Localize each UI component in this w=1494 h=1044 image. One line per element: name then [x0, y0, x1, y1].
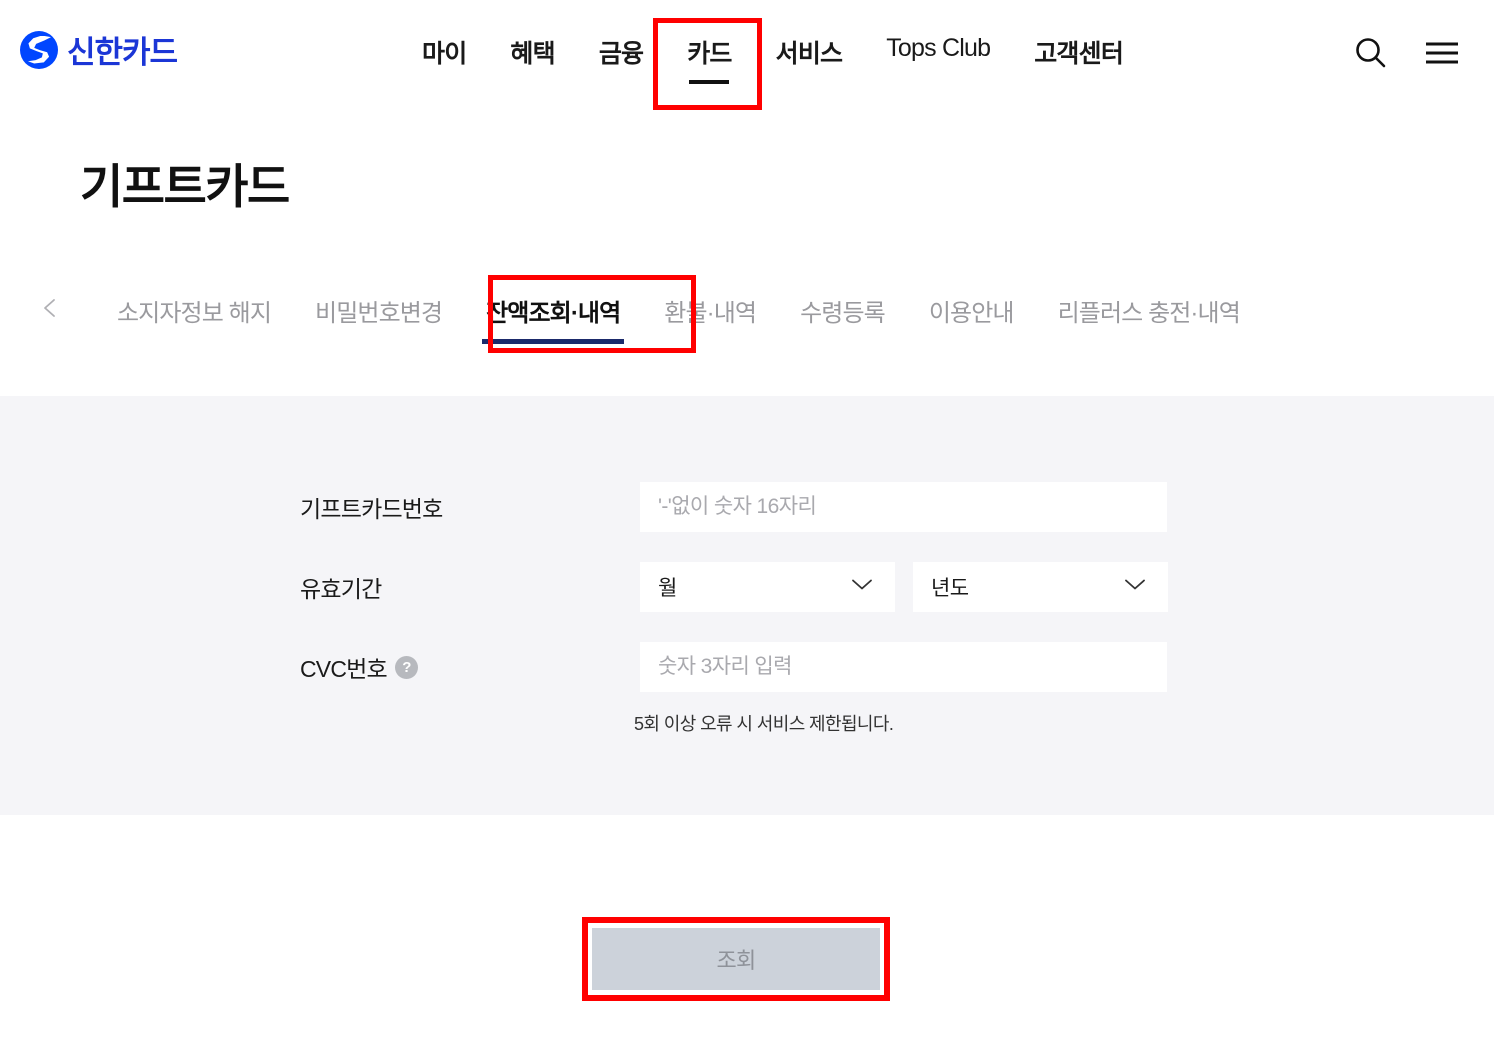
logo-text: 신한카드 — [67, 35, 178, 70]
tab-replus-charge-history[interactable]: 리플러스 충전·내역 — [1036, 275, 1262, 354]
header-icon-group — [1354, 36, 1460, 75]
expiry-year-select[interactable]: 년도 — [913, 562, 1168, 612]
chevron-down-icon — [1124, 578, 1146, 597]
form-row-card-number: 기프트카드번호 — [300, 482, 1167, 532]
nav-item-tops-club[interactable]: Tops Club — [864, 28, 1012, 83]
question-mark-icon[interactable]: ? — [394, 655, 418, 679]
form-row-cvc: CVC번호 ? — [300, 642, 1167, 692]
site-logo[interactable]: 신한카드 — [20, 27, 178, 72]
card-number-label: 기프트카드번호 — [300, 496, 443, 522]
tab-list: 소지자정보 해지 비밀번호변경 잔액조회·내역 환불·내역 수령등록 이용안내 … — [95, 275, 1262, 354]
page-root: 신한카드 마이 혜택 금융 카드 서비스 Tops Club 고객센터 기프트카… — [0, 0, 1494, 1044]
inquiry-submit-button[interactable]: 조회 — [592, 928, 880, 990]
cvc-label: CVC번호 ? — [300, 650, 640, 684]
tab-password-change[interactable]: 비밀번호변경 — [293, 275, 464, 354]
nav-item-service[interactable]: 서비스 — [754, 28, 865, 90]
expiry-year-value: 년도 — [931, 577, 969, 600]
tab-receipt-registration[interactable]: 수령등록 — [778, 275, 907, 354]
nav-item-my[interactable]: 마이 — [400, 28, 488, 90]
cvc-input[interactable] — [640, 642, 1167, 692]
nav-item-benefits[interactable]: 혜택 — [488, 28, 576, 90]
form-row-expiry: 유효기간 월 년도 — [300, 562, 1168, 612]
card-number-input[interactable] — [640, 482, 1167, 532]
error-limit-hint: 5회 이상 오류 시 서비스 제한됩니다. — [634, 714, 894, 734]
tab-refund-history[interactable]: 환불·내역 — [642, 275, 778, 354]
search-icon[interactable] — [1354, 36, 1388, 75]
page-title: 기프트카드 — [80, 160, 290, 213]
hamburger-menu-icon[interactable] — [1424, 39, 1460, 72]
chevron-left-icon[interactable] — [40, 297, 62, 319]
main-navigation: 마이 혜택 금융 카드 서비스 Tops Club 고객센터 — [400, 28, 1145, 90]
site-header: 신한카드 마이 혜택 금융 카드 서비스 Tops Club 고객센터 — [0, 0, 1494, 110]
gift-card-form-panel: 기프트카드번호 유효기간 월 년도 — [0, 396, 1494, 815]
tab-usage-guide[interactable]: 이용안내 — [907, 275, 1036, 354]
expiry-month-select[interactable]: 월 — [640, 562, 895, 612]
nav-item-customer-center[interactable]: 고객센터 — [1012, 28, 1145, 90]
cvc-label-text: CVC번호 — [300, 656, 388, 682]
expiry-month-value: 월 — [658, 577, 677, 600]
shinhan-swirl-icon — [20, 30, 58, 69]
nav-item-card[interactable]: 카드 — [665, 28, 753, 90]
tab-balance-inquiry[interactable]: 잔액조회·내역 — [464, 275, 642, 354]
expiry-label: 유효기간 — [300, 576, 382, 602]
tab-holder-info-cancel[interactable]: 소지자정보 해지 — [95, 275, 293, 354]
tab-bar: 소지자정보 해지 비밀번호변경 잔액조회·내역 환불·내역 수령등록 이용안내 … — [0, 275, 1494, 357]
nav-item-finance[interactable]: 금융 — [577, 28, 665, 90]
chevron-down-icon — [851, 578, 873, 597]
